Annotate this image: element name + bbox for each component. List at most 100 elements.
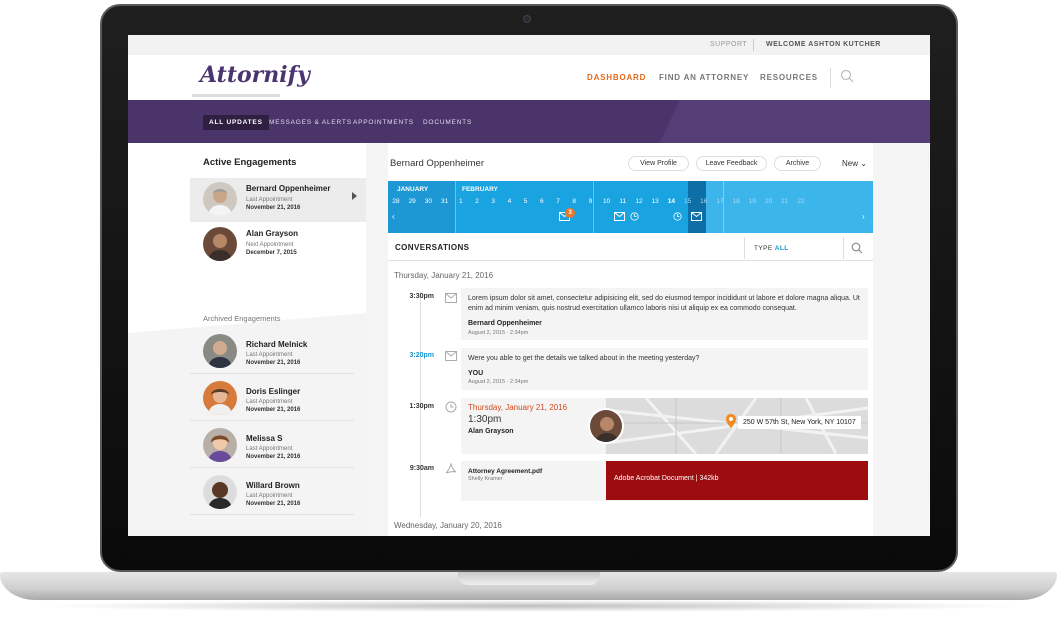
calendar-day[interactable]: 14 xyxy=(664,198,678,205)
engagement-name: Melissa S xyxy=(246,434,283,443)
engagement-name: Doris Eslinger xyxy=(246,387,301,396)
message-event-icon[interactable] xyxy=(691,212,702,221)
new-dropdown[interactable]: New ⌄ xyxy=(842,159,867,168)
tab-bar-decoration xyxy=(647,100,930,143)
calendar-day[interactable]: 13 xyxy=(648,198,662,205)
calendar-day[interactable]: 20 xyxy=(762,198,776,205)
engagement-item[interactable]: Alan Grayson Next Appointment December 7… xyxy=(190,223,366,267)
calendar-future xyxy=(706,181,873,233)
calendar-day[interactable]: 28 xyxy=(389,198,403,205)
calendar-day[interactable]: 9 xyxy=(583,198,597,205)
pdf-icon xyxy=(445,463,457,474)
calendar-day[interactable]: 21 xyxy=(778,198,792,205)
nav-resources[interactable]: RESOURCES xyxy=(760,73,818,82)
calendar-day[interactable]: 4 xyxy=(502,198,516,205)
calendar-day[interactable]: 15 xyxy=(681,198,695,205)
calendar-day[interactable]: 19 xyxy=(745,198,759,205)
engagement-date: November 21, 2016 xyxy=(246,454,301,460)
logo-underline xyxy=(192,94,280,97)
conversations-title: CONVERSATIONS xyxy=(395,243,470,252)
tab-all-updates[interactable]: ALL UPDATES xyxy=(203,115,269,130)
nav-dashboard[interactable]: DASHBOARD xyxy=(587,73,646,82)
appointment-hour: 1:30pm xyxy=(468,414,502,425)
utility-bar: SUPPORT WELCOME ASHTON KUTCHER xyxy=(128,35,930,55)
calendar-day[interactable]: 17 xyxy=(713,198,727,205)
tab-appointments[interactable]: APPOINTMENTS xyxy=(353,119,414,126)
logo[interactable]: Attornify xyxy=(200,62,310,88)
date-heading: Wednesday, January 20, 2016 xyxy=(394,521,502,530)
calendar-day[interactable]: 1 xyxy=(454,198,468,205)
appointment-card[interactable]: Thursday, January 21, 2016 1:30pm Alan G… xyxy=(461,398,868,454)
archived-engagement-item[interactable]: Doris Eslinger Last Appointment November… xyxy=(190,375,354,421)
engagement-label: Next Appointment xyxy=(246,242,294,248)
clock-event-icon[interactable] xyxy=(672,212,683,221)
message-event-icon[interactable] xyxy=(614,212,625,221)
calendar-day[interactable]: 18 xyxy=(729,198,743,205)
calendar-next-icon[interactable]: › xyxy=(862,212,865,221)
view-profile-button[interactable]: View Profile xyxy=(628,156,689,171)
calendar-day[interactable]: 2 xyxy=(470,198,484,205)
month-divider xyxy=(455,181,456,233)
calendar-day[interactable]: 7 xyxy=(551,198,565,205)
nav-find-attorney[interactable]: FIND AN ATTORNEY xyxy=(659,73,749,82)
calendar-day[interactable]: 10 xyxy=(600,198,614,205)
laptop-notch xyxy=(458,572,600,585)
month-label: FEBRUARY xyxy=(462,186,498,193)
search-icon[interactable] xyxy=(840,69,854,83)
engagement-label: Last Appointment xyxy=(246,352,293,358)
calendar-selected-day[interactable] xyxy=(688,181,706,233)
archived-engagement-item[interactable]: Willard Brown Last Appointment November … xyxy=(190,469,354,515)
avatar xyxy=(203,475,237,509)
tab-documents[interactable]: DOCUMENTS xyxy=(423,119,472,126)
message-card[interactable]: Lorem ipsum dolor sit amet, consectetur … xyxy=(461,288,868,340)
calendar-day[interactable]: 3 xyxy=(486,198,500,205)
calendar-day[interactable]: 6 xyxy=(535,198,549,205)
document-uploader: Shelly Kramer xyxy=(468,476,503,482)
document-card[interactable]: Attorney Agreement.pdf Shelly Kramer Ado… xyxy=(461,461,868,501)
calendar-prev-icon[interactable]: ‹ xyxy=(392,212,395,221)
utility-divider xyxy=(753,39,754,51)
type-filter-label: TYPE xyxy=(754,245,775,252)
calendar-day[interactable]: 31 xyxy=(438,198,452,205)
active-engagements-title: Active Engagements xyxy=(203,157,297,168)
engagement-label: Last Appointment xyxy=(246,197,293,203)
conversations-header: CONVERSATIONS TYPE ALL xyxy=(388,233,873,261)
search-icon[interactable] xyxy=(851,242,863,254)
new-label: New xyxy=(842,159,859,168)
document-preview[interactable]: Adobe Acrobat Document | 342kb xyxy=(606,461,868,500)
sidebar: Active Engagements Bernard Oppenheimer L… xyxy=(128,143,366,536)
calendar-day[interactable]: 12 xyxy=(632,198,646,205)
app-screen: SUPPORT WELCOME ASHTON KUTCHER Attornify… xyxy=(128,35,930,536)
appointment-date: Thursday, January 21, 2016 xyxy=(468,403,568,412)
calendar-day[interactable]: 16 xyxy=(697,198,711,205)
engagement-date: November 21, 2016 xyxy=(246,407,301,413)
engagement-item[interactable]: Bernard Oppenheimer Last Appointment Nov… xyxy=(190,178,366,222)
date-heading: Thursday, January 21, 2016 xyxy=(394,271,494,280)
calendar-day[interactable]: 22 xyxy=(794,198,808,205)
location-map[interactable]: 250 W 57th St, New York, NY 10107 xyxy=(606,398,868,454)
support-link[interactable]: SUPPORT xyxy=(710,41,747,48)
tab-bar: ALL UPDATES MESSAGES & ALERTS APPOINTMEN… xyxy=(128,100,930,143)
archive-button[interactable]: Archive xyxy=(774,156,821,171)
type-filter-value: ALL xyxy=(774,245,789,252)
location-pin-icon xyxy=(726,414,736,428)
calendar-day[interactable]: 5 xyxy=(519,198,533,205)
clock-event-icon[interactable] xyxy=(629,212,640,221)
leave-feedback-button[interactable]: Leave Feedback xyxy=(696,156,767,171)
tab-messages-alerts[interactable]: MESSAGES & ALERTS xyxy=(269,119,352,126)
engagement-date: November 21, 2016 xyxy=(246,360,301,366)
calendar-day[interactable]: 29 xyxy=(405,198,419,205)
avatar xyxy=(203,428,237,462)
calendar-day[interactable]: 8 xyxy=(567,198,581,205)
engagement-label: Last Appointment xyxy=(246,446,293,452)
archived-engagement-item[interactable]: Melissa S Last Appointment November 21, … xyxy=(190,422,354,468)
calendar-day[interactable]: 30 xyxy=(421,198,435,205)
user-name[interactable]: ASHTON KUTCHER xyxy=(808,41,881,48)
welcome-text: WELCOME ASHTON KUTCHER xyxy=(766,41,881,48)
laptop-frame: SUPPORT WELCOME ASHTON KUTCHER Attornify… xyxy=(0,0,1057,640)
message-card[interactable]: Were you able to get the details we talk… xyxy=(461,348,868,390)
calendar-day[interactable]: 11 xyxy=(616,198,630,205)
archived-engagement-item[interactable]: Richard Melnick Last Appointment Novembe… xyxy=(190,328,354,374)
type-filter[interactable]: TYPE ALL xyxy=(754,245,789,252)
attendee-avatar xyxy=(588,408,624,444)
